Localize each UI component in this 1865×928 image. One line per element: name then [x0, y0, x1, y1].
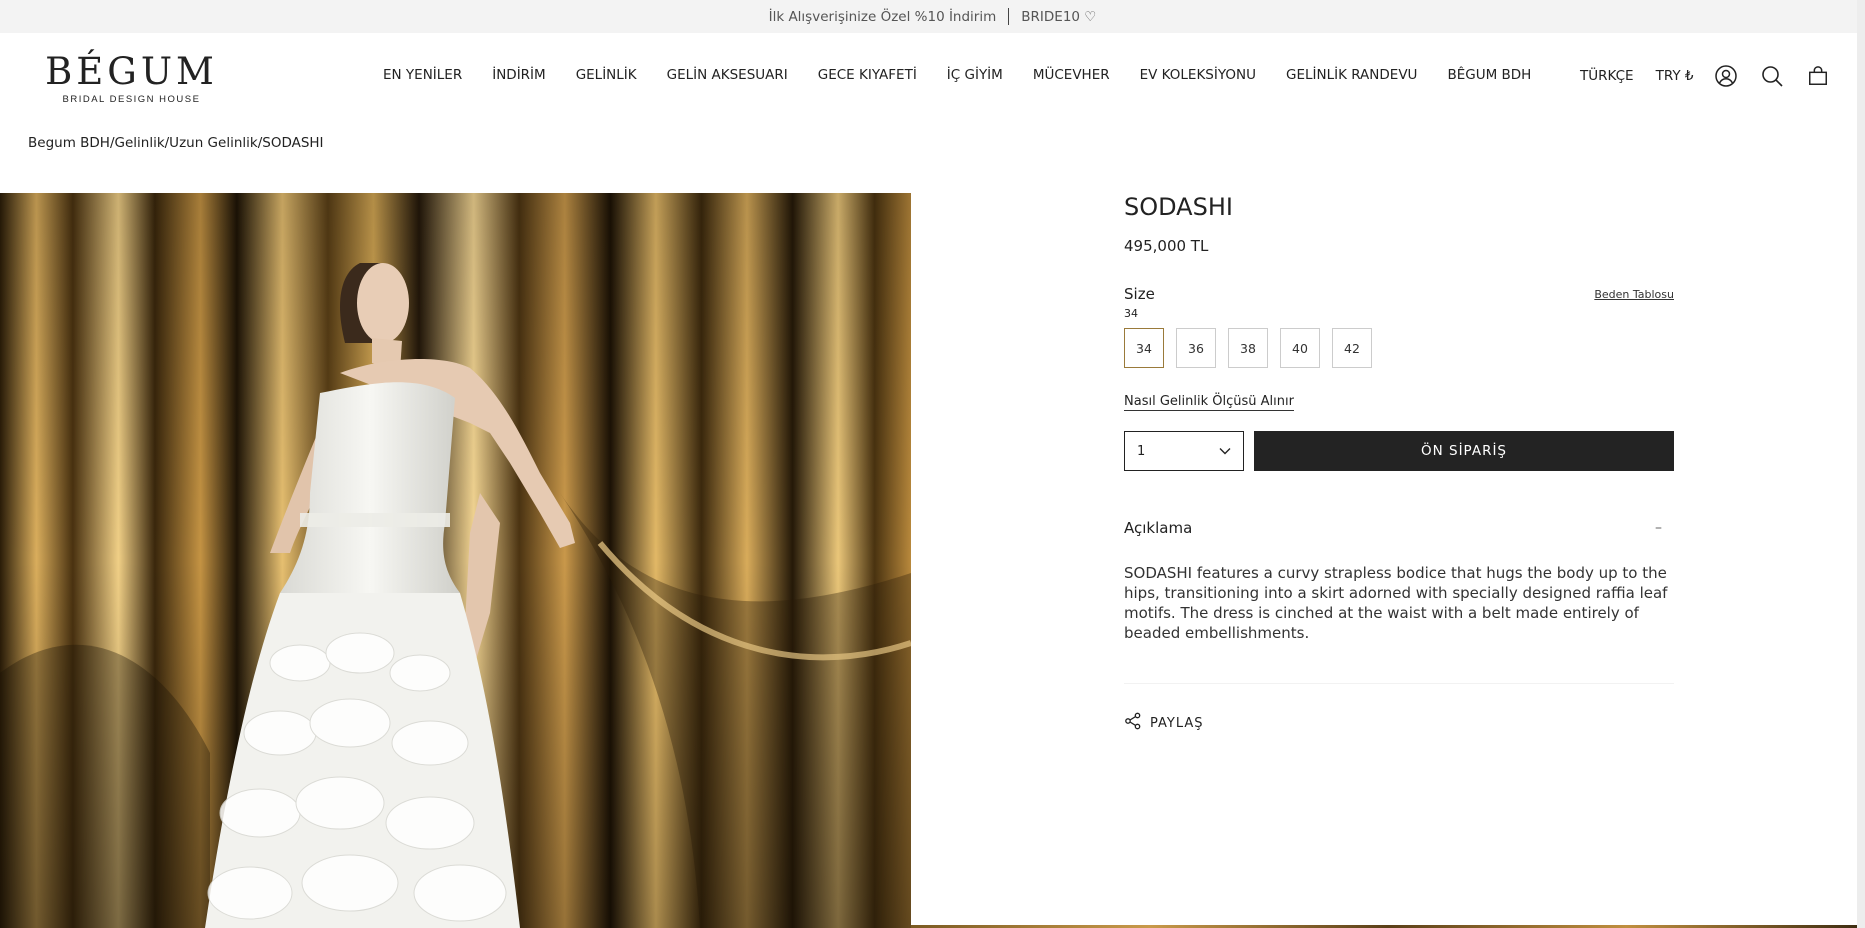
nav-item-indirim[interactable]: İNDİRİM [492, 67, 545, 83]
chevron-down-icon [1219, 444, 1231, 459]
nav-item-ic-giyim[interactable]: İÇ GİYİM [947, 67, 1003, 83]
size-option-40[interactable]: 40 [1280, 328, 1320, 368]
main-navigation: EN YENİLER İNDİRİM GELİNLİK GELİN AKSESU… [383, 67, 1531, 83]
breadcrumb[interactable]: Begum BDH/Gelinlik/Uzun Gelinlik/SODASHI [28, 135, 324, 151]
selected-size-value: 34 [1124, 307, 1138, 320]
share-label: PAYLAŞ [1150, 715, 1204, 731]
nav-item-gelinlik[interactable]: GELİNLİK [576, 67, 637, 83]
site-header: BÉGUM BRIDAL DESIGN HOUSE EN YENİLER İND… [0, 33, 1865, 123]
collapse-icon[interactable]: – [1655, 520, 1662, 536]
product-title: SODASHI [1124, 193, 1233, 221]
purchase-row: 1 ÖN SİPARİŞ [1124, 431, 1674, 471]
size-option-42[interactable]: 42 [1332, 328, 1372, 368]
size-chart-link[interactable]: Beden Tablosu [1594, 288, 1674, 301]
nav-item-gece-kiyafeti[interactable]: GECE KIYAFETİ [818, 67, 917, 83]
header-utilities: TÜRKÇE TRY ₺ [1580, 63, 1831, 89]
size-label: Size [1124, 285, 1155, 303]
product-description: SODASHI features a curvy strapless bodic… [1124, 563, 1674, 684]
accordion-title: Açıklama [1124, 519, 1193, 537]
nav-item-gelinlik-randevu[interactable]: GELİNLİK RANDEVU [1286, 67, 1417, 83]
size-option-38[interactable]: 38 [1228, 328, 1268, 368]
logo-subtitle: BRIDAL DESIGN HOUSE [62, 94, 201, 105]
nav-item-mucevher[interactable]: MÜCEVHER [1033, 67, 1110, 83]
nav-item-gelin-aksesuari[interactable]: GELİN AKSESUARI [667, 67, 788, 83]
quantity-select[interactable]: 1 [1124, 431, 1244, 471]
logo-wordmark: BÉGUM [45, 50, 218, 93]
brand-logo[interactable]: BÉGUM BRIDAL DESIGN HOUSE [44, 53, 219, 105]
quantity-value: 1 [1137, 443, 1146, 459]
announcement-bar: İlk Alışverişinize Özel %10 İndirim BRID… [0, 0, 1865, 33]
nav-item-begum-bdh[interactable]: BÊGUM BDH [1447, 67, 1531, 83]
currency-selector[interactable]: TRY ₺ [1656, 68, 1694, 84]
product-price: 495,000 TL [1124, 237, 1209, 255]
product-info: SODASHI 495,000 TL Size Beden Tablosu 34… [1124, 193, 1674, 734]
share-button[interactable]: PAYLAŞ [1124, 712, 1674, 734]
nav-item-en-yeniler[interactable]: EN YENİLER [383, 67, 462, 83]
size-header: Size Beden Tablosu [1124, 285, 1674, 303]
size-options: 34 36 38 40 42 [1124, 328, 1674, 368]
cart-icon[interactable] [1805, 63, 1831, 89]
description-accordion-header[interactable]: Açıklama – [1124, 519, 1674, 537]
measurement-guide-link[interactable]: Nasıl Gelinlik Ölçüsü Alınır [1124, 394, 1294, 411]
account-icon[interactable] [1713, 63, 1739, 89]
scrollbar-track[interactable] [1857, 0, 1865, 928]
search-icon[interactable] [1759, 63, 1785, 89]
promo-code: BRIDE10 ♡ [1021, 8, 1097, 25]
announcement-divider [1008, 8, 1010, 25]
size-option-34[interactable]: 34 [1124, 328, 1164, 368]
product-image[interactable] [0, 193, 911, 928]
share-icon [1124, 712, 1142, 734]
size-option-36[interactable]: 36 [1176, 328, 1216, 368]
promo-text: İlk Alışverişinize Özel %10 İndirim [768, 8, 997, 25]
nav-item-ev-koleksiyonu[interactable]: EV KOLEKSİYONU [1140, 67, 1256, 83]
preorder-button[interactable]: ÖN SİPARİŞ [1254, 431, 1674, 471]
language-selector[interactable]: TÜRKÇE [1580, 68, 1634, 84]
